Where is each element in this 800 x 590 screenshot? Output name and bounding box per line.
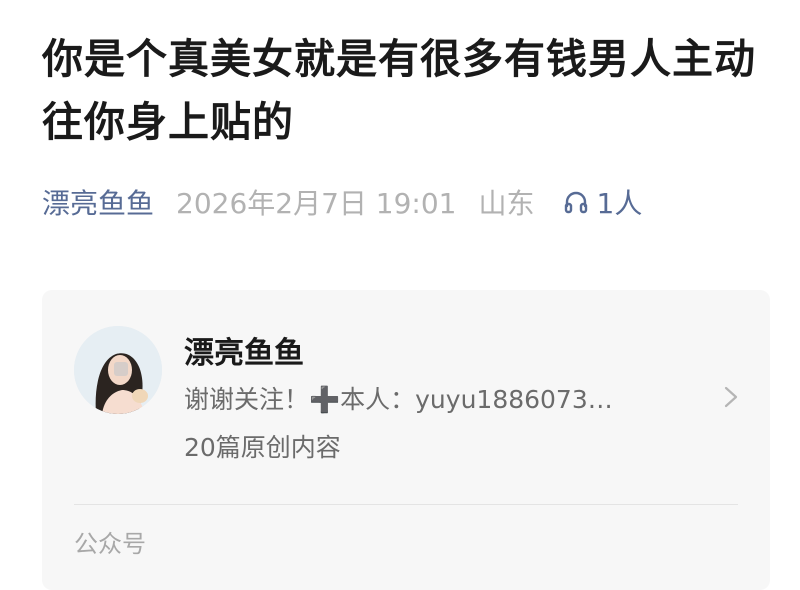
author-link[interactable]: 漂亮鱼鱼 bbox=[42, 182, 154, 222]
listen-button[interactable]: 1人 bbox=[563, 182, 643, 222]
account-name: 漂亮鱼鱼 bbox=[184, 336, 304, 371]
headphones-icon bbox=[564, 191, 587, 214]
chevron-right-icon bbox=[724, 386, 738, 408]
publish-date: 2026年2月7日 19:01 bbox=[176, 187, 457, 220]
account-type-label: 公众号 bbox=[74, 530, 146, 558]
article-meta: 漂亮鱼鱼 2026年2月7日 19:01 山东 1人 bbox=[42, 184, 642, 220]
account-profile-link[interactable]: 漂亮鱼鱼 谢谢关注！➕本人：yuyu1886073… 20篇原创内容 bbox=[42, 290, 770, 504]
article-title: 你是个真美女就是有很多有钱男人主动往你身上贴的 bbox=[42, 35, 756, 146]
account-card: 漂亮鱼鱼 谢谢关注！➕本人：yuyu1886073… 20篇原创内容 公众号 bbox=[42, 290, 770, 590]
publish-location: 山东 bbox=[478, 187, 535, 220]
original-content-count: 20篇原创内容 bbox=[184, 433, 341, 462]
listener-count: 1人 bbox=[596, 187, 643, 220]
divider bbox=[74, 504, 738, 505]
avatar bbox=[74, 326, 162, 414]
account-description: 谢谢关注！➕本人：yuyu1886073… bbox=[184, 385, 613, 414]
